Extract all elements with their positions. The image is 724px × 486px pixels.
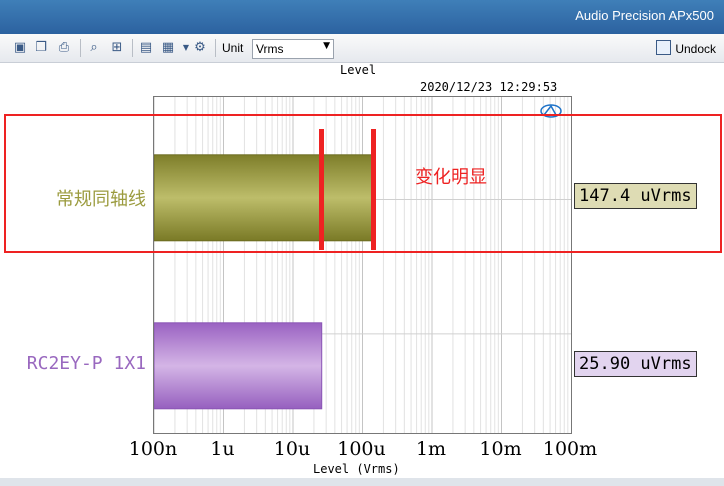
print-icon[interactable]: ⎙ bbox=[56, 40, 72, 56]
copy-icon[interactable]: ❐ bbox=[33, 40, 49, 56]
graph-title: Level bbox=[340, 63, 377, 77]
app-title: Audio Precision APx500 bbox=[575, 8, 714, 23]
x-tick-label: 100m bbox=[542, 438, 598, 460]
x-axis-label: Level (Vrms) bbox=[313, 462, 400, 476]
annotation-marker bbox=[371, 129, 377, 250]
toolbar: ▣ ❐ ⎙ ⌕ ⊞ ▤ ▦ ▼ ⚙ Unit Vrms ▼ Undock bbox=[0, 34, 724, 63]
save-icon[interactable]: ▣ bbox=[12, 40, 28, 56]
bar-value-readout: 25.90 uVrms bbox=[574, 350, 697, 377]
fit-icon[interactable]: ⊞ bbox=[109, 40, 125, 56]
annotation-text: 变化明显 bbox=[415, 167, 487, 188]
bar-category-label: RC2EY-P 1X1 bbox=[26, 352, 146, 374]
x-tick-label: 1m bbox=[415, 438, 447, 460]
toolbar-separator bbox=[132, 39, 133, 57]
undock-label: Undock bbox=[675, 42, 716, 56]
undock-button[interactable]: Undock bbox=[656, 40, 716, 56]
unit-label: Unit bbox=[222, 41, 244, 55]
properties-icon[interactable]: ⚙ bbox=[192, 40, 208, 56]
zoom-icon[interactable]: ⌕ bbox=[86, 40, 102, 56]
bar[interactable] bbox=[153, 322, 323, 410]
title-bar: Audio Precision APx500 bbox=[0, 0, 724, 35]
x-tick-label: 1u bbox=[210, 438, 235, 460]
annotation-highlight-box bbox=[4, 114, 722, 253]
status-strip bbox=[0, 478, 724, 486]
unit-select[interactable]: Vrms ▼ bbox=[252, 39, 334, 59]
table-icon[interactable]: ▤ bbox=[138, 40, 154, 56]
x-tick-label: 10u bbox=[273, 438, 311, 460]
x-tick-label: 10m bbox=[479, 438, 522, 460]
toolbar-separator bbox=[80, 39, 81, 57]
chevron-down-icon: ▼ bbox=[323, 41, 330, 51]
x-tick-label: 100n bbox=[128, 438, 178, 460]
annotation-marker bbox=[318, 129, 324, 250]
undock-icon bbox=[656, 40, 672, 55]
x-tick-label: 100u bbox=[337, 438, 386, 460]
unit-select-value: Vrms bbox=[256, 42, 284, 56]
chart-icon[interactable]: ▦ bbox=[160, 40, 176, 56]
graph-timestamp: 2020/12/23 12:29:53 bbox=[420, 80, 558, 94]
toolbar-separator bbox=[215, 39, 216, 57]
